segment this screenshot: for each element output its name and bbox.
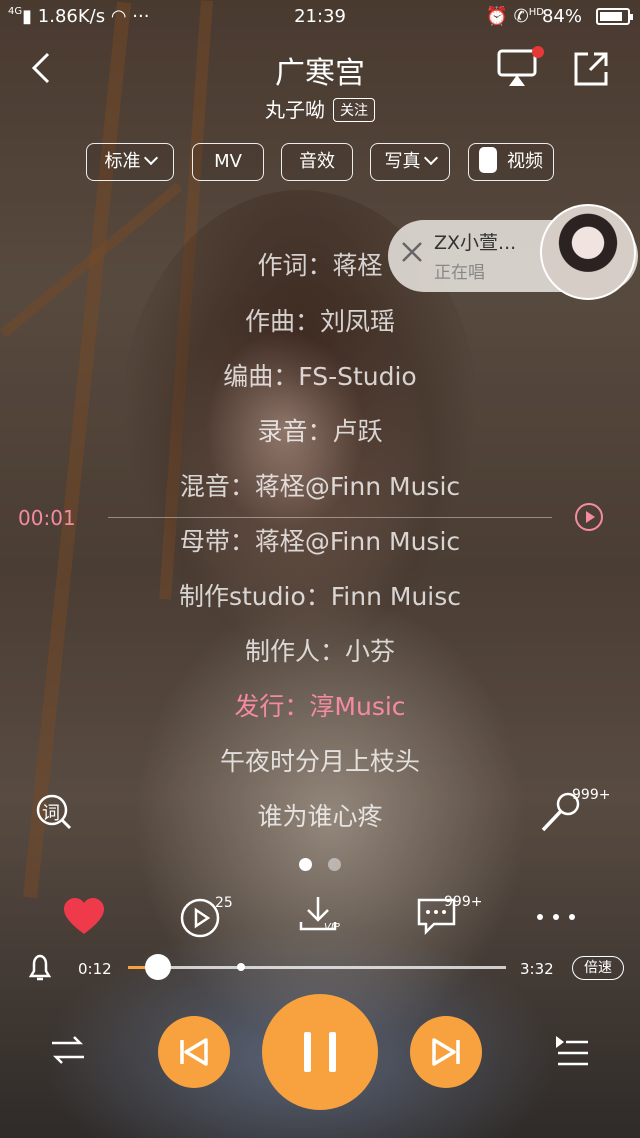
previous-button[interactable] xyxy=(158,1016,230,1088)
video-chip[interactable]: 视频 xyxy=(468,143,554,181)
progress-bar[interactable] xyxy=(128,954,506,980)
timer-badge: 25 xyxy=(215,895,233,911)
like-heart-icon[interactable] xyxy=(62,897,106,937)
lyric-timestamp: 00:01 xyxy=(18,506,76,530)
bell-icon[interactable] xyxy=(26,952,54,984)
close-icon[interactable] xyxy=(400,240,424,264)
follow-button[interactable]: 关注 xyxy=(333,98,375,122)
lyric-line: 录音：卢跃 xyxy=(257,417,383,446)
lyric-tool-button[interactable]: 词 xyxy=(34,792,74,832)
lyric-line: 混音：蒋柽@Finn Music xyxy=(179,472,461,501)
video-toggle-icon xyxy=(479,147,497,173)
lyric-line: 作曲：刘凤瑶 xyxy=(244,307,395,336)
artist-row: 丸子呦 关注 xyxy=(0,94,640,123)
cast-button[interactable] xyxy=(496,46,544,88)
mv-chip[interactable]: MV xyxy=(192,143,264,181)
quality-chip[interactable]: 标准 xyxy=(86,143,174,181)
current-time: 0:12 xyxy=(78,960,112,978)
share-button[interactable] xyxy=(570,48,612,90)
lyric-line: 母带：蒋柽@Finn Music xyxy=(179,527,461,556)
more-options-icon[interactable] xyxy=(534,912,578,922)
next-icon xyxy=(432,1038,460,1066)
pause-icon xyxy=(304,1032,336,1072)
comments-badge: 999+ xyxy=(444,894,483,910)
player-screen: { "status_bar": { "network": "4G", "spee… xyxy=(0,0,640,1138)
next-button[interactable] xyxy=(410,1016,482,1088)
play-from-here-icon[interactable] xyxy=(574,502,604,532)
alarm-icon: ⏰ xyxy=(485,6,508,27)
lyric-line: 编曲：FS-Studio xyxy=(223,362,417,391)
share-icon xyxy=(574,52,608,86)
previous-icon xyxy=(180,1038,208,1066)
battery-icon xyxy=(596,8,633,25)
notification-dot xyxy=(532,46,544,58)
karaoke-count-badge: 999+ xyxy=(572,787,611,803)
lyric-line: 午夜时分月上枝头 xyxy=(219,747,420,776)
battery-fill xyxy=(600,12,622,21)
mv-label: MV xyxy=(214,151,242,172)
singer-name: ZX小萱... xyxy=(434,232,517,254)
page-dot xyxy=(328,858,341,871)
photo-label: 写真 xyxy=(384,151,421,172)
song-title: 广寒宫 xyxy=(275,56,365,91)
singer-avatar[interactable] xyxy=(540,204,636,300)
playlist-icon[interactable] xyxy=(554,1034,590,1068)
quality-label: 标准 xyxy=(104,151,141,172)
effect-label: 音效 xyxy=(299,151,335,172)
singing-popup[interactable]: ZX小萱... 正在唱 xyxy=(388,204,638,300)
lyric-icon-char: 词 xyxy=(42,803,60,824)
vip-tag: VIP xyxy=(324,922,340,933)
page-indicator xyxy=(0,856,640,875)
speed-button[interactable]: 倍速 xyxy=(572,956,624,980)
photo-chip[interactable]: 写真 xyxy=(370,143,450,181)
video-label: 视频 xyxy=(507,151,543,172)
chevron-down-icon xyxy=(423,150,438,166)
effect-chip[interactable]: 音效 xyxy=(281,143,353,181)
status-bar: 4G▮ 1.86K/s ◠ ··· 21:39 ⏰ ✆HD 84% xyxy=(0,0,640,34)
pause-button[interactable] xyxy=(262,994,378,1110)
call-icon: ✆ xyxy=(513,6,529,27)
progress-knob[interactable] xyxy=(144,954,171,980)
total-time: 3:32 xyxy=(520,960,554,978)
artist-name[interactable]: 丸子呦 xyxy=(265,98,325,122)
singer-status: 正在唱 xyxy=(434,263,485,283)
battery-percent: 84% xyxy=(541,6,582,27)
lyric-timeline-line xyxy=(108,517,552,518)
status-icons: ⏰ ✆HD xyxy=(486,6,544,27)
lyric-line: 制作studio：Finn Muisc xyxy=(178,582,462,611)
shuffle-repeat-icon[interactable] xyxy=(50,1032,86,1068)
chevron-down-icon xyxy=(143,150,158,166)
lyric-line: 发行：淳Music xyxy=(234,692,406,721)
page-dot xyxy=(299,858,312,871)
lyric-line: 制作人：小芬 xyxy=(244,637,395,666)
